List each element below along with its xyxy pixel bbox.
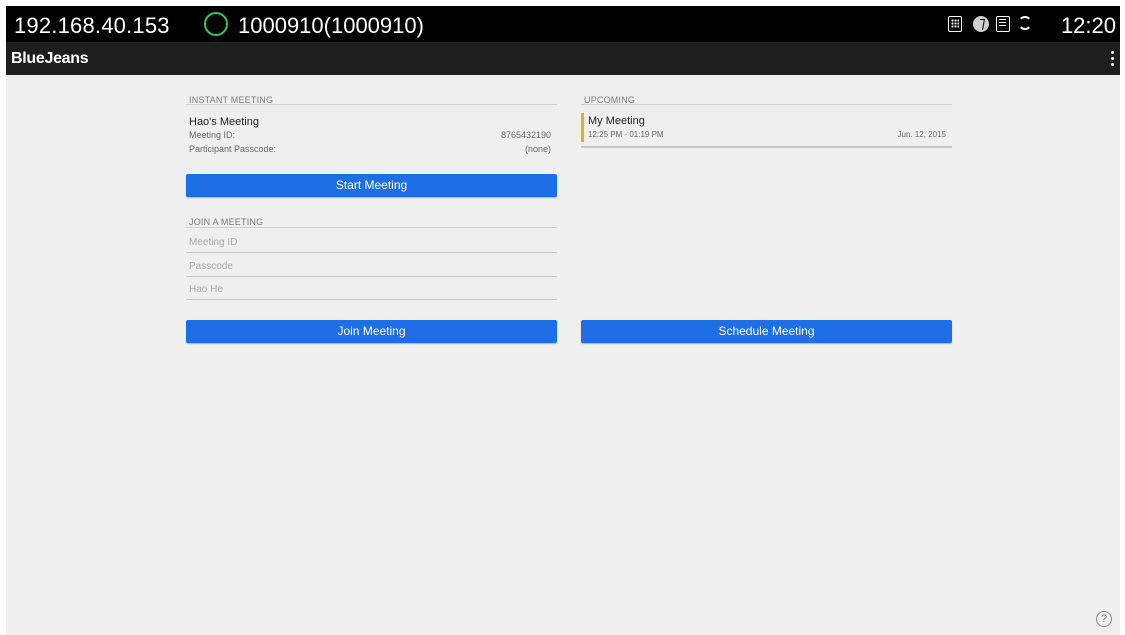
meeting-accent-bar xyxy=(581,113,584,142)
join-meeting-label: JOIN A MEETING xyxy=(189,217,264,227)
app-window: 192.168.40.153 1000910(1000910) 12:20 Bl… xyxy=(6,6,1120,635)
upcoming-item-divider xyxy=(581,146,952,148)
status-bar: 192.168.40.153 1000910(1000910) 12:20 xyxy=(6,6,1120,42)
overflow-menu-icon[interactable] xyxy=(1108,51,1116,67)
dialpad-icon xyxy=(948,16,962,32)
start-meeting-button[interactable]: Start Meeting xyxy=(186,174,557,197)
bluetooth-icon xyxy=(973,16,989,32)
upcoming-divider xyxy=(581,104,952,105)
account-icon xyxy=(204,12,228,36)
sync-icon xyxy=(1018,16,1032,30)
app-bar: BlueJeans xyxy=(6,42,1120,75)
help-icon[interactable]: ? xyxy=(1096,611,1112,627)
meeting-id-label: Meeting ID: xyxy=(189,130,236,140)
meeting-id-value: 8765432190 xyxy=(500,130,551,140)
clock: 12:20 xyxy=(1060,13,1116,38)
passcode-input[interactable] xyxy=(186,257,557,277)
display-name-input[interactable] xyxy=(186,280,557,300)
meeting-id-input[interactable] xyxy=(186,233,557,253)
upcoming-meeting-date: Jun. 12, 2015 xyxy=(897,130,946,139)
passcode-label: Participant Passcode: xyxy=(189,144,277,154)
upcoming-meeting-time: 12:25 PM - 01:19 PM xyxy=(588,130,664,139)
app-title: BlueJeans xyxy=(11,50,89,67)
ip-address: 192.168.40.153 xyxy=(14,13,170,38)
upcoming-meeting-title: My Meeting xyxy=(588,115,645,127)
upcoming-meeting-item[interactable]: My Meeting 12:25 PM - 01:19 PM Jun. 12, … xyxy=(581,111,952,148)
join-meeting-divider xyxy=(186,227,557,228)
sim-icon xyxy=(996,16,1010,32)
meeting-name: Hao's Meeting xyxy=(189,116,259,128)
join-meeting-button[interactable]: Join Meeting xyxy=(186,320,557,343)
passcode-value: (none) xyxy=(524,144,551,154)
account-number: 1000910(1000910) xyxy=(238,13,424,38)
schedule-meeting-button[interactable]: Schedule Meeting xyxy=(581,320,952,343)
instant-meeting-divider xyxy=(186,104,557,105)
